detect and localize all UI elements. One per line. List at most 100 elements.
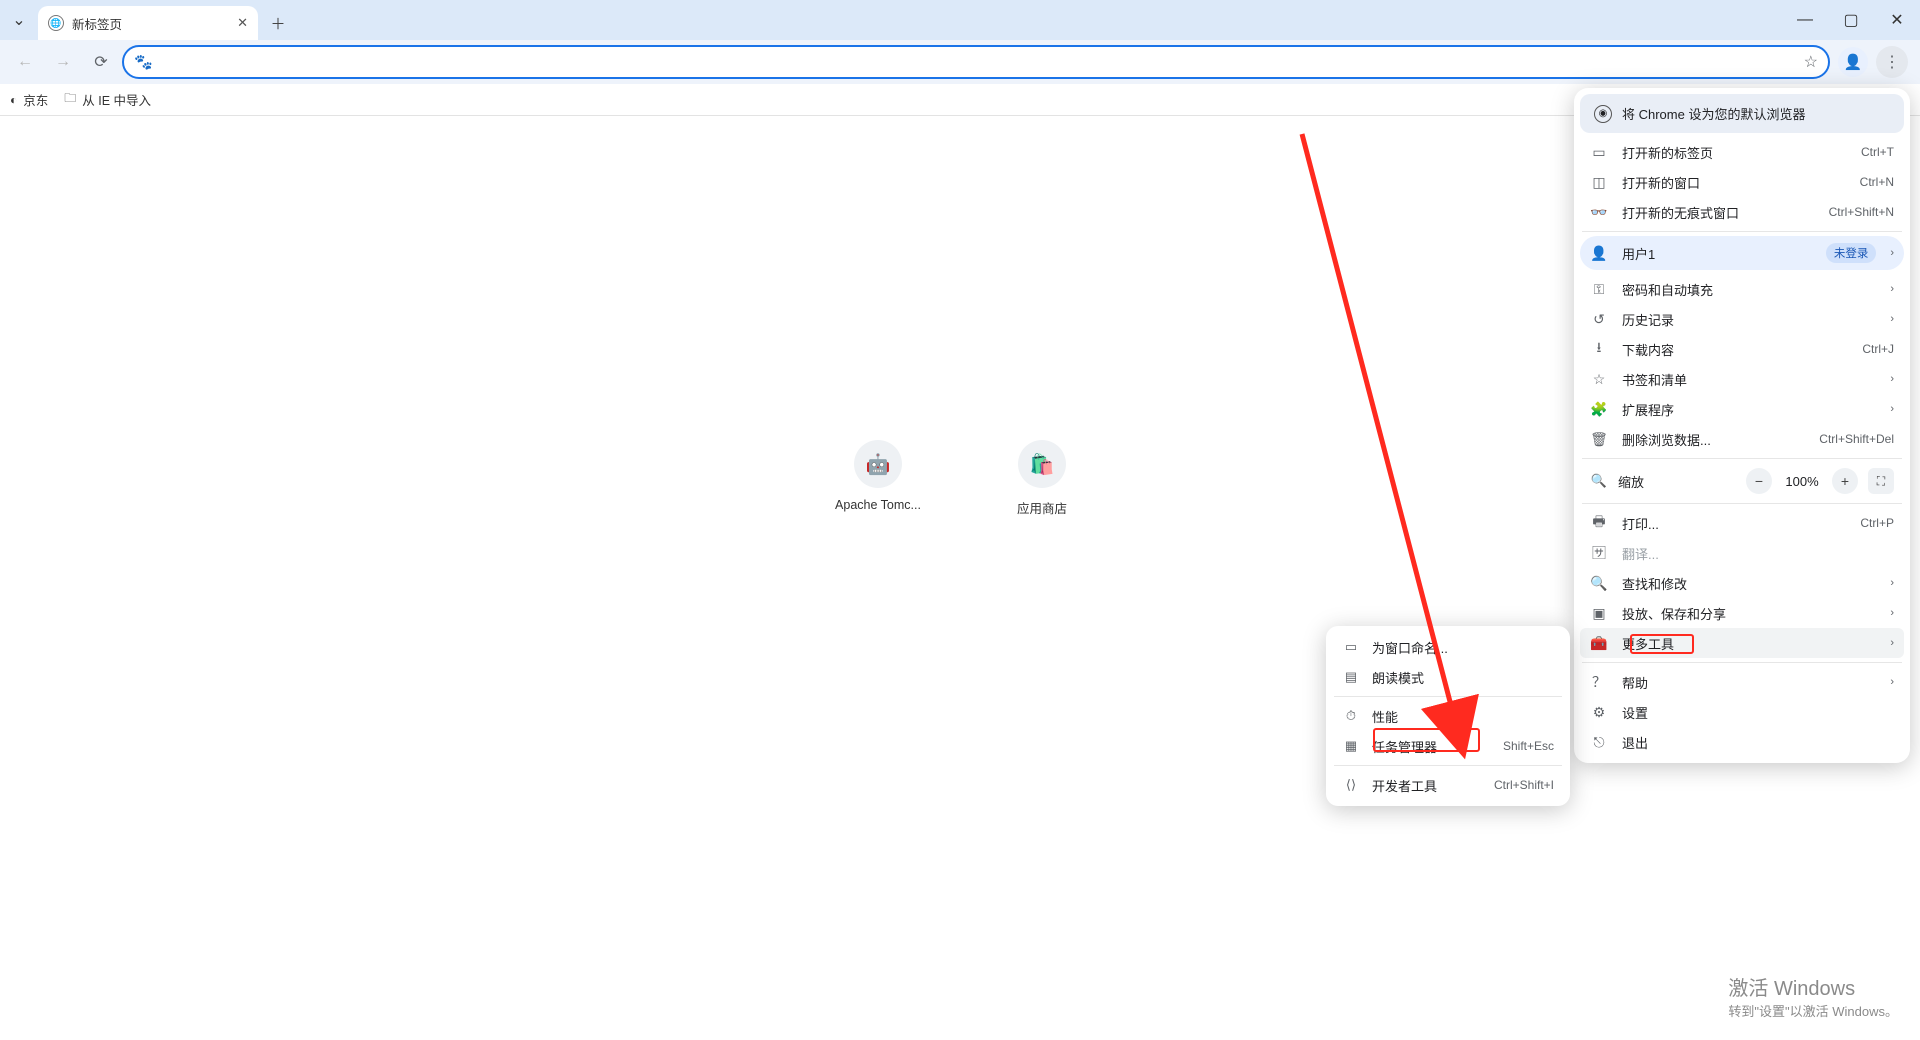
menu-settings[interactable]: ⚙ 设置 <box>1580 697 1904 727</box>
menu-translate[interactable]: 🈂 翻译... <box>1580 538 1904 568</box>
code-icon: ⟨⟩ <box>1342 777 1360 793</box>
cast-icon: ▣ <box>1590 605 1608 622</box>
gear-icon: ⚙ <box>1590 704 1608 721</box>
chevron-right-icon: › <box>1890 373 1894 385</box>
tomcat-icon: 🤖 <box>854 440 902 488</box>
menu-label: 用户1 <box>1622 244 1812 263</box>
shortcuts: 🤖 Apache Tomc... 🛍️ 应用商店 <box>828 440 1092 517</box>
bookmark-star-icon[interactable]: ☆ <box>1804 52 1818 72</box>
star-icon: ☆ <box>1590 371 1608 388</box>
submenu-reading-mode[interactable]: ▤ 朗读模式 <box>1332 662 1564 692</box>
menu-zoom: 🔍 缩放 − 100% + ⛶ <box>1580 463 1904 499</box>
bookmark-jd[interactable]: ◐ 京东 <box>10 90 48 109</box>
zoom-out-button[interactable]: − <box>1746 468 1772 494</box>
watermark-title: 激活 Windows <box>1728 972 1898 1001</box>
folder-icon: 🗀 <box>64 89 76 110</box>
shortcut-webstore[interactable]: 🛍️ 应用商店 <box>992 440 1092 517</box>
menu-label: 打开新的标签页 <box>1622 143 1847 162</box>
menu-print[interactable]: 🖶 打印... Ctrl+P <box>1580 508 1904 538</box>
submenu-name-window[interactable]: ▭ 为窗口命名... <box>1332 632 1564 662</box>
menu-help[interactable]: ？ 帮助 › <box>1580 667 1904 697</box>
omnibox[interactable]: 🐾 ☆ <box>122 45 1830 79</box>
chevron-right-icon: › <box>1890 607 1894 619</box>
separator <box>1582 662 1902 663</box>
menu-extensions[interactable]: 🧩 扩展程序 › <box>1580 394 1904 424</box>
shortcut-label: 应用商店 <box>1017 498 1067 517</box>
maximize-button[interactable]: ▢ <box>1828 0 1874 40</box>
menu-history[interactable]: ↺ 历史记录 › <box>1580 304 1904 334</box>
book-icon: ▤ <box>1342 669 1360 685</box>
incognito-icon: 👓 <box>1590 204 1608 221</box>
menu-label: 设置 <box>1622 703 1894 722</box>
separator <box>1582 231 1902 232</box>
chevron-right-icon: › <box>1890 283 1894 295</box>
chevron-right-icon: › <box>1890 247 1894 259</box>
menu-label: 打开新的无痕式窗口 <box>1622 203 1815 222</box>
menu-new-tab[interactable]: ▭ 打开新的标签页 Ctrl+T <box>1580 137 1904 167</box>
menu-cast-save-share[interactable]: ▣ 投放、保存和分享 › <box>1580 598 1904 628</box>
download-icon: ⭳ <box>1590 337 1608 361</box>
shortcut-text: Ctrl+J <box>1862 342 1894 356</box>
help-icon: ？ <box>1590 672 1608 692</box>
chrome-menu: ◉ 将 Chrome 设为您的默认浏览器 ▭ 打开新的标签页 Ctrl+T ◫ … <box>1574 88 1910 763</box>
menu-passwords[interactable]: ⚿ 密码和自动填充 › <box>1580 274 1904 304</box>
menu-more-tools[interactable]: 🧰 更多工具 › <box>1580 628 1904 658</box>
submenu-performance[interactable]: ⏱ 性能 <box>1332 701 1564 731</box>
new-tab-button[interactable]: ＋ <box>264 9 292 37</box>
menu-label: 投放、保存和分享 <box>1622 604 1876 623</box>
window-controls: — ▢ ✕ <box>1782 0 1920 40</box>
menu-label: 帮助 <box>1622 673 1876 692</box>
tab-icon: ▭ <box>1590 144 1608 161</box>
menu-button[interactable]: ⋮ <box>1876 46 1908 78</box>
submenu-devtools[interactable]: ⟨⟩ 开发者工具 Ctrl+Shift+I <box>1332 770 1564 800</box>
shortcut-text: Ctrl+N <box>1860 175 1894 189</box>
profile-button[interactable]: 👤 <box>1838 47 1868 77</box>
toolbar: ← → ⟳ 🐾 ☆ 👤 ⋮ <box>0 40 1920 84</box>
menu-bookmarks[interactable]: ☆ 书签和清单 › <box>1580 364 1904 394</box>
submenu-task-manager[interactable]: ▦ 任务管理器 Shift+Esc <box>1332 731 1564 761</box>
login-status-pill: 未登录 <box>1826 243 1877 263</box>
address-input[interactable] <box>161 54 1796 70</box>
fullscreen-button[interactable]: ⛶ <box>1868 468 1894 494</box>
close-icon[interactable]: ✕ <box>237 15 248 31</box>
tab-search-button[interactable]: ⌄ <box>2 3 36 37</box>
back-button[interactable]: ← <box>8 45 42 79</box>
default-browser-banner[interactable]: ◉ 将 Chrome 设为您的默认浏览器 <box>1580 94 1904 133</box>
print-icon: 🖶 <box>1590 511 1608 535</box>
window-icon: ◫ <box>1590 174 1608 191</box>
banner-text: 将 Chrome 设为您的默认浏览器 <box>1622 104 1805 123</box>
chevron-right-icon: › <box>1890 577 1894 589</box>
menu-label: 更多工具 <box>1622 634 1876 653</box>
search-icon: 🔍 <box>1590 575 1608 592</box>
minimize-button[interactable]: — <box>1782 0 1828 40</box>
exit-icon: ⎋ <box>1590 734 1608 751</box>
menu-user[interactable]: 👤 用户1 未登录 › <box>1580 236 1904 270</box>
reload-button[interactable]: ⟳ <box>84 45 118 79</box>
webstore-icon: 🛍️ <box>1018 440 1066 488</box>
zoom-in-button[interactable]: + <box>1832 468 1858 494</box>
toolbox-icon: 🧰 <box>1590 635 1608 652</box>
shortcut-text: Ctrl+Shift+I <box>1494 778 1554 792</box>
bookmark-label: 京东 <box>23 90 48 109</box>
menu-clear-data[interactable]: 🗑 删除浏览数据... Ctrl+Shift+Del <box>1580 424 1904 454</box>
menu-exit[interactable]: ⎋ 退出 <box>1580 727 1904 757</box>
menu-new-window[interactable]: ◫ 打开新的窗口 Ctrl+N <box>1580 167 1904 197</box>
forward-button[interactable]: → <box>46 45 80 79</box>
translate-icon: 🈂 <box>1590 543 1608 563</box>
watermark-sub: 转到"设置"以激活 Windows。 <box>1728 1001 1898 1020</box>
menu-label: 密码和自动填充 <box>1622 280 1876 299</box>
menu-downloads[interactable]: ⭳ 下载内容 Ctrl+J <box>1580 334 1904 364</box>
tab-title: 新标签页 <box>72 14 122 33</box>
bookmark-ie-import[interactable]: 🗀 从 IE 中导入 <box>64 89 151 110</box>
menu-incognito[interactable]: 👓 打开新的无痕式窗口 Ctrl+Shift+N <box>1580 197 1904 227</box>
shortcut-tomcat[interactable]: 🤖 Apache Tomc... <box>828 440 928 517</box>
separator <box>1582 458 1902 459</box>
shortcut-text: Ctrl+Shift+Del <box>1819 432 1894 446</box>
close-window-button[interactable]: ✕ <box>1874 0 1920 40</box>
menu-find-edit[interactable]: 🔍 查找和修改 › <box>1580 568 1904 598</box>
browser-tab[interactable]: 🌐 新标签页 ✕ <box>38 6 258 40</box>
chevron-right-icon: › <box>1890 313 1894 325</box>
menu-label: 删除浏览数据... <box>1622 430 1805 449</box>
more-tools-submenu: ▭ 为窗口命名... ▤ 朗读模式 ⏱ 性能 ▦ 任务管理器 Shift+Esc… <box>1326 626 1570 806</box>
puzzle-icon: 🧩 <box>1590 401 1608 418</box>
